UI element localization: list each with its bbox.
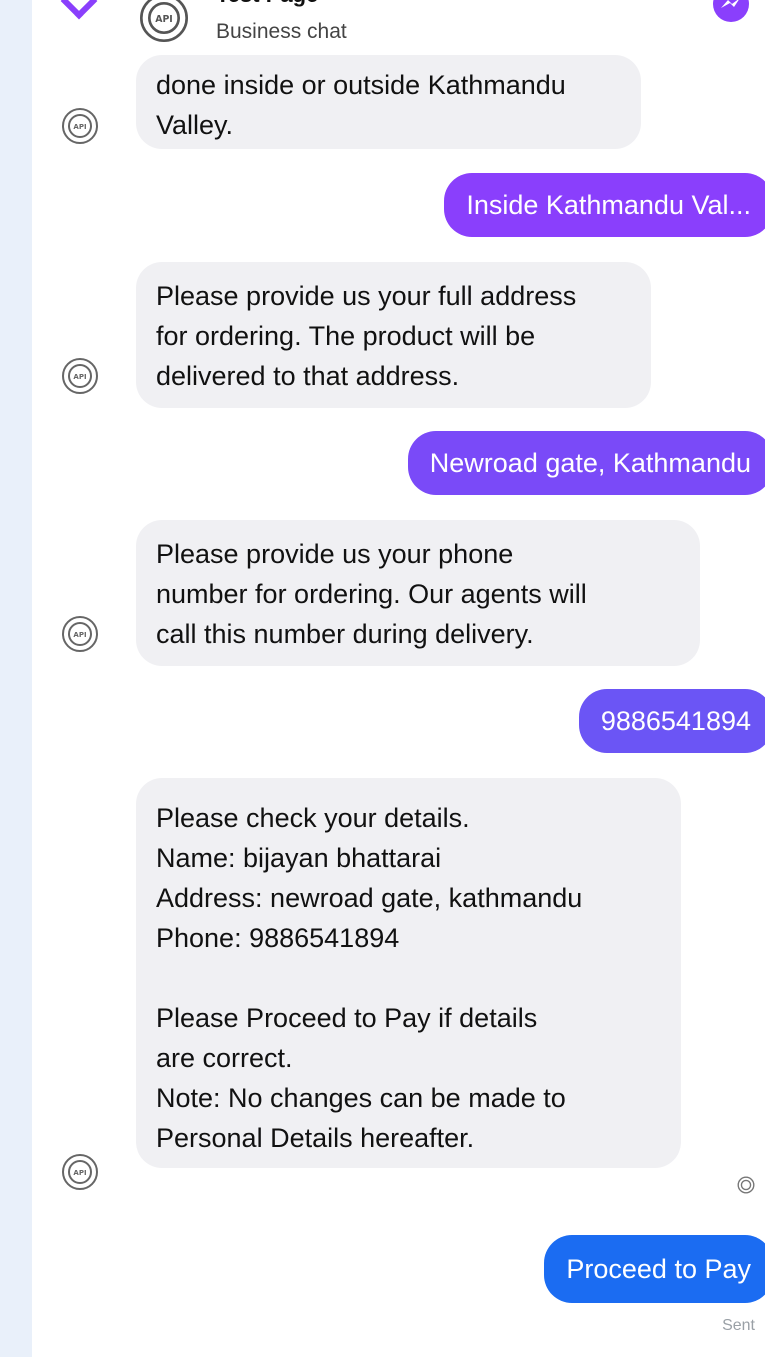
- api-gear-icon: API: [56, 102, 104, 150]
- page-subtitle: Business chat: [216, 20, 347, 43]
- api-gear-icon: API: [56, 352, 104, 400]
- proceed-to-pay-message: Proceed to Pay: [544, 1235, 765, 1303]
- svg-text:API: API: [73, 631, 86, 639]
- svg-text:API: API: [73, 373, 86, 381]
- user-message: Newroad gate, Kathmandu: [407, 431, 765, 495]
- user-message: Inside Kathmandu Val...: [444, 173, 765, 237]
- api-gear-icon: API: [56, 1148, 104, 1196]
- messenger-icon[interactable]: [711, 0, 751, 29]
- svg-text:API: API: [73, 1169, 86, 1177]
- api-gear-icon: API: [56, 610, 104, 658]
- read-receipt-icon: [735, 1174, 757, 1201]
- chat-header: API Test Page Business chat: [32, 0, 765, 50]
- bot-message: done inside or outside Kathmandu Valley.: [136, 55, 641, 149]
- chat-window: API Test Page Business chat done inside …: [32, 0, 765, 1357]
- svg-text:API: API: [73, 123, 86, 131]
- chevron-left-icon[interactable]: [60, 0, 98, 20]
- bot-message: Please check your details. Name: bijayan…: [136, 778, 681, 1168]
- api-gear-icon: API: [132, 0, 196, 55]
- bot-message: Please provide us your phone number for …: [136, 520, 700, 666]
- bot-message: Please provide us your full address for …: [136, 262, 651, 408]
- avatar-badge-text: API: [155, 14, 173, 25]
- sent-status: Sent: [722, 1317, 755, 1334]
- user-message: 9886541894: [578, 689, 765, 753]
- page-title: Test Page: [216, 0, 318, 8]
